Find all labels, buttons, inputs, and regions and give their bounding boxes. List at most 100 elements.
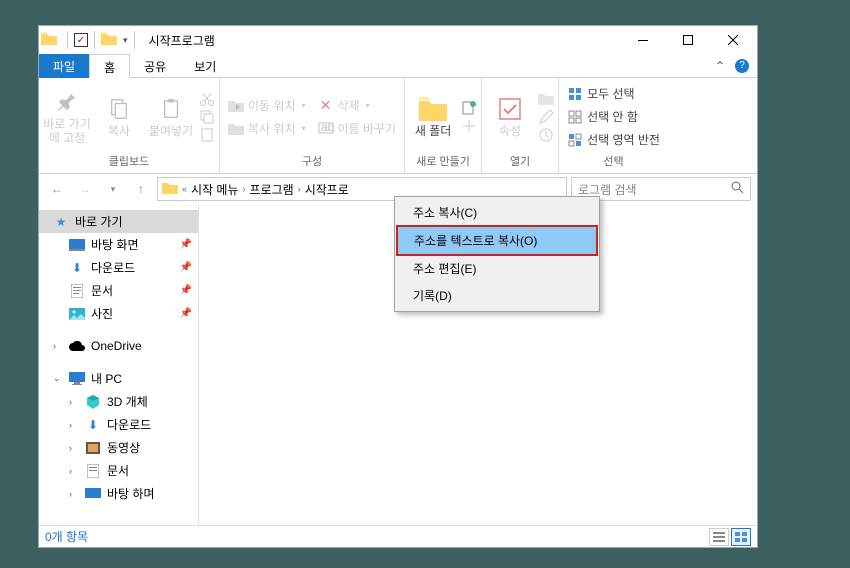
tab-file[interactable]: 파일 [39,54,89,78]
paste-button[interactable]: 붙여넣기 [147,81,195,153]
onedrive-icon [69,338,85,354]
menu-history[interactable]: 기록(D) [397,282,597,309]
sidebar-item-onedrive[interactable]: › OneDrive [39,335,198,357]
pin-icon [53,88,81,116]
sidebar-item-3d-objects[interactable]: › 3D 개체 [39,390,198,413]
expand-icon[interactable]: › [53,341,63,351]
open-icon[interactable] [538,91,554,107]
copy-button[interactable]: 복사 [95,81,143,153]
tab-view[interactable]: 보기 [180,54,230,78]
desktop-icon [69,237,85,253]
statusbar: 0개 항목 [39,525,757,547]
sidebar-item-documents-pc[interactable]: › 문서 [39,459,198,482]
edit-icon[interactable] [538,109,554,125]
move-to-button[interactable]: 이동 위치▾ [224,95,310,116]
copy-path-icon[interactable] [199,109,215,125]
help-icon[interactable]: ? [735,59,749,73]
desktop-icon [85,486,101,502]
close-button[interactable] [710,26,755,54]
expand-icon[interactable]: ⌄ [53,373,63,384]
cube-icon [85,394,101,410]
nav-recent-button[interactable]: ▾ [101,177,125,201]
easy-access-icon[interactable] [461,118,477,134]
titlebar: ✓ ▾ 시작프로그램 [39,26,757,54]
sidebar-item-downloads[interactable]: ⬇ 다운로드 📌 [39,256,198,279]
breadcrumb-item[interactable]: 시작프로 [305,181,349,198]
cut-icon[interactable] [199,91,215,107]
window-title: 시작프로그램 [149,32,215,49]
qat-checkbox-icon[interactable]: ✓ [74,33,88,47]
delete-icon: ✕ [318,97,334,113]
sidebar-item-pictures[interactable]: 사진 📌 [39,302,198,325]
rename-button[interactable]: ab 이름 바꾸기 [314,118,401,139]
select-all-button[interactable]: 모두 선택 [563,83,664,104]
breadcrumb-item[interactable]: 프로그램› [250,181,301,198]
pin-icon: 📌 [180,285,192,296]
nav-back-button[interactable]: ← [45,177,69,201]
download-icon: ⬇ [85,417,101,433]
paste-icon [157,95,185,123]
pin-icon: 📌 [180,308,192,319]
sidebar-item-quick-access[interactable]: ★ 바로 가기 [39,210,198,233]
pin-icon: 📌 [180,262,192,273]
maximize-button[interactable] [665,26,710,54]
ribbon-tabs: 파일 홈 공유 보기 ⌃ ? [39,54,757,78]
sidebar-item-desktop-pc[interactable]: › 바탕 하며 [39,482,198,505]
sidebar-item-documents[interactable]: 문서 📌 [39,279,198,302]
document-icon [69,283,85,299]
pictures-icon [69,306,85,322]
rename-icon: ab [318,120,334,136]
menu-copy-address-as-text[interactable]: 주소를 텍스트로 복사(O) [396,225,598,256]
menu-edit-address[interactable]: 주소 편집(E) [397,255,597,282]
navigation-pane: ★ 바로 가기 바탕 화면 📌 ⬇ 다운로드 📌 문서 📌 사진 � [39,204,199,525]
new-folder-icon [419,95,447,123]
copy-to-icon [228,120,244,136]
tab-home[interactable]: 홈 [89,54,130,78]
copy-to-button[interactable]: 복사 위치▾ [224,118,310,139]
select-none-icon [567,109,583,125]
select-none-button[interactable]: 선택 안 함 [563,106,664,127]
open-group-label: 열기 [486,153,554,171]
select-group-label: 선택 [563,153,664,171]
sidebar-item-downloads-pc[interactable]: › ⬇ 다운로드 [39,413,198,436]
details-view-button[interactable] [709,528,729,546]
new-item-icon[interactable] [461,100,477,116]
menu-copy-address[interactable]: 주소 복사(C) [397,199,597,226]
breadcrumb-item[interactable]: 시작 메뉴› [191,181,246,198]
document-icon [85,463,101,479]
nav-forward-button[interactable]: → [73,177,97,201]
properties-button[interactable]: 속성 [486,81,534,153]
icons-view-button[interactable] [731,528,751,546]
new-folder-button[interactable]: 새 폴더 [409,81,457,153]
paste-shortcut-icon[interactable] [199,127,215,143]
history-icon[interactable] [538,127,554,143]
copy-icon [105,95,133,123]
pc-icon [69,371,85,387]
pin-icon: 📌 [180,239,192,250]
search-icon [731,181,744,197]
minimize-button[interactable] [620,26,665,54]
ribbon: 바로 가기에 고정 복사 붙여넣기 클립보드 [39,78,757,174]
sidebar-item-desktop[interactable]: 바탕 화면 📌 [39,233,198,256]
delete-button[interactable]: ✕ 삭제▾ [314,95,401,116]
tab-share[interactable]: 공유 [130,54,180,78]
nav-up-button[interactable]: ↑ [129,177,153,201]
address-context-menu: 주소 복사(C) 주소를 텍스트로 복사(O) 주소 편집(E) 기록(D) [394,196,600,312]
invert-selection-button[interactable]: 선택 영역 반전 [563,129,664,150]
properties-icon [496,95,524,123]
collapse-ribbon-icon[interactable]: ⌃ [715,59,725,73]
pin-quick-access-button[interactable]: 바로 가기에 고정 [43,81,91,153]
select-all-icon [567,86,583,102]
move-to-icon [228,97,244,113]
video-icon [85,440,101,456]
item-count: 0개 항목 [45,528,88,545]
sidebar-item-videos[interactable]: › 동영상 [39,436,198,459]
star-icon: ★ [53,214,69,230]
clipboard-group-label: 클립보드 [43,153,215,171]
organize-group-label: 구성 [224,153,400,171]
sidebar-item-this-pc[interactable]: ⌄ 내 PC [39,367,198,390]
new-group-label: 새로 만들기 [409,153,477,171]
folder-icon [101,32,117,48]
folder-icon [41,32,57,48]
download-icon: ⬇ [69,260,85,276]
